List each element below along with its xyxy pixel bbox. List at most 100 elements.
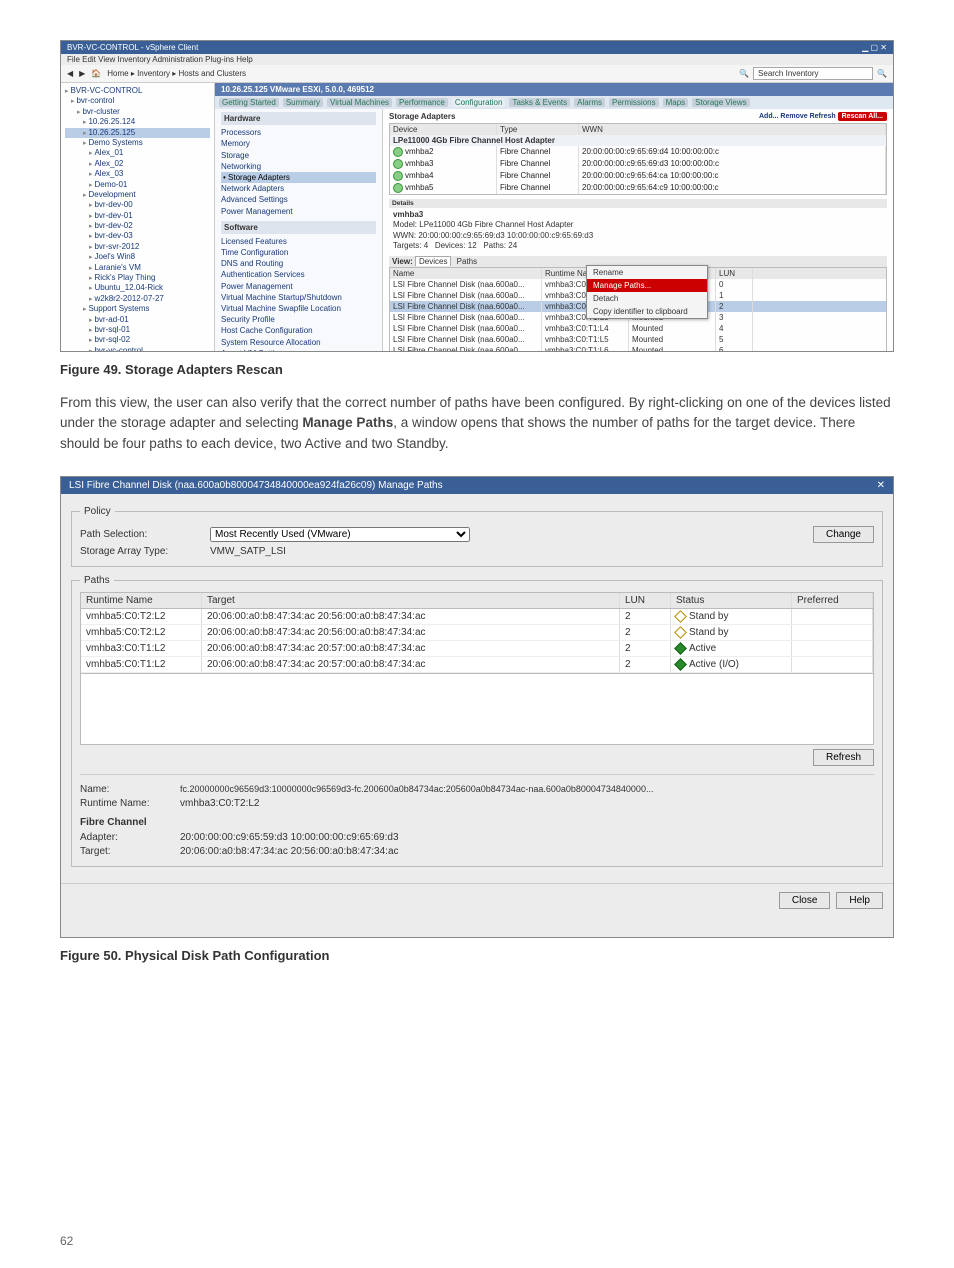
hw-item[interactable]: Power Management xyxy=(221,206,376,217)
ctx-manage-paths[interactable]: Manage Paths... xyxy=(587,279,707,292)
tree-item[interactable]: bvr-dev-00 xyxy=(65,200,210,210)
col-runtime-name[interactable]: Runtime Name xyxy=(81,593,202,608)
hw-item[interactable]: Memory xyxy=(221,138,376,149)
hw-item[interactable]: Network Adapters xyxy=(221,183,376,194)
tree-item[interactable]: BVR-VC-CONTROL xyxy=(65,86,210,96)
change-button[interactable]: Change xyxy=(813,526,874,543)
path-selection-dropdown[interactable]: Most Recently Used (VMware) xyxy=(210,527,470,542)
close-button[interactable]: Close xyxy=(779,892,831,909)
col-lun[interactable]: LUN xyxy=(620,593,671,608)
sw-item[interactable]: Power Management xyxy=(221,281,376,292)
sw-item[interactable]: Time Configuration xyxy=(221,247,376,258)
link-refresh[interactable]: Refresh xyxy=(810,113,836,120)
col-type[interactable]: Type xyxy=(497,124,579,135)
sw-item[interactable]: Virtual Machine Swapfile Location xyxy=(221,303,376,314)
home-icon[interactable]: 🏠 xyxy=(91,69,101,78)
hw-item-selected[interactable]: • Storage Adapters xyxy=(221,172,376,183)
nav-fwd-icon[interactable]: ▶ xyxy=(79,69,85,78)
col-name[interactable]: Name xyxy=(390,268,542,279)
host-tabs[interactable]: Getting Started Summary Virtual Machines… xyxy=(215,96,893,109)
adapter-row[interactable]: vmhba4Fibre Channel20:00:00:00:c9:65:64:… xyxy=(390,170,886,182)
tree-item[interactable]: bvr-cluster xyxy=(65,107,210,117)
tree-item[interactable]: Support Systems xyxy=(65,304,210,314)
tree-item[interactable]: bvr-sql-02 xyxy=(65,335,210,345)
col-device[interactable]: Device xyxy=(390,124,497,135)
tab[interactable]: Maps xyxy=(663,98,689,107)
breadcrumb[interactable]: Home ▸ Inventory ▸ Hosts and Clusters xyxy=(107,69,246,78)
tab[interactable]: Alarms xyxy=(574,98,605,107)
tab[interactable]: Permissions xyxy=(609,98,659,107)
inventory-tree[interactable]: BVR-VC-CONTROL bvr-control bvr-cluster 1… xyxy=(61,83,215,351)
adapter-row[interactable]: vmhba2Fibre Channel20:00:00:00:c9:65:69:… xyxy=(390,146,886,158)
adapter-row[interactable]: vmhba3Fibre Channel20:00:00:00:c9:65:69:… xyxy=(390,158,886,170)
tab[interactable]: Performance xyxy=(396,98,448,107)
sw-item[interactable]: DNS and Routing xyxy=(221,258,376,269)
tree-item[interactable]: bvr-dev-01 xyxy=(65,211,210,221)
device-row[interactable]: LSI Fibre Channel Disk (naa.600a0...vmhb… xyxy=(390,345,886,351)
tree-item[interactable]: 10.26.25.124 xyxy=(65,117,210,127)
sw-item[interactable]: Security Profile xyxy=(221,314,376,325)
tab[interactable]: Getting Started xyxy=(219,98,279,107)
path-row[interactable]: vmhba5:C0:T2:L220:06:00:a0:b8:47:34:ac 2… xyxy=(81,625,873,641)
tree-item[interactable]: Rick's Play Thing xyxy=(65,273,210,283)
tree-item[interactable]: Laranie's VM xyxy=(65,263,210,273)
help-button[interactable]: Help xyxy=(836,892,883,909)
menubar[interactable]: File Edit View Inventory Administration … xyxy=(61,54,893,65)
sw-item[interactable]: Agent VM Settings xyxy=(221,348,376,351)
tree-item[interactable]: Development xyxy=(65,190,210,200)
tree-item[interactable]: bvr-dev-03 xyxy=(65,231,210,241)
tree-item[interactable]: 10.26.25.125 xyxy=(65,128,210,138)
tree-item[interactable]: Demo Systems xyxy=(65,138,210,148)
tab[interactable]: Tasks & Events xyxy=(509,98,570,107)
sw-item[interactable]: Host Cache Configuration xyxy=(221,325,376,336)
sw-item[interactable]: Virtual Machine Startup/Shutdown xyxy=(221,292,376,303)
tab-selected[interactable]: Configuration xyxy=(452,98,506,107)
hw-item[interactable]: Storage xyxy=(221,150,376,161)
tree-item[interactable]: w2k8r2-2012-07-27 xyxy=(65,294,210,304)
tree-item[interactable]: Alex_02 xyxy=(65,159,210,169)
col-status[interactable]: Status xyxy=(671,593,792,608)
close-icon[interactable]: ✕ xyxy=(877,480,885,491)
view-tab-devices[interactable]: Devices xyxy=(415,256,451,266)
tree-item[interactable]: bvr-sql-01 xyxy=(65,325,210,335)
tree-item[interactable]: Alex_01 xyxy=(65,148,210,158)
search-go-icon[interactable]: 🔍 xyxy=(877,69,887,78)
window-controls-icon[interactable]: ▁ ▢ ✕ xyxy=(862,43,887,52)
sw-item[interactable]: Licensed Features xyxy=(221,236,376,247)
tab[interactable]: Summary xyxy=(283,98,323,107)
view-tab-paths[interactable]: Paths xyxy=(454,257,480,266)
hw-item[interactable]: Processors xyxy=(221,127,376,138)
context-menu[interactable]: Rename Manage Paths... Detach Copy ident… xyxy=(586,265,708,319)
link-rescan-all[interactable]: Rescan All... xyxy=(838,112,887,121)
sw-item[interactable]: Authentication Services xyxy=(221,269,376,280)
tree-item[interactable]: Alex_03 xyxy=(65,169,210,179)
ctx-copy-id[interactable]: Copy identifier to clipboard xyxy=(587,305,707,318)
tab[interactable]: Virtual Machines xyxy=(327,98,392,107)
adapter-row[interactable]: vmhba5Fibre Channel20:00:00:00:c9:65:64:… xyxy=(390,182,886,194)
tree-item[interactable]: Ubuntu_12.04-Rick xyxy=(65,283,210,293)
tree-item[interactable]: Demo-01 xyxy=(65,180,210,190)
col-preferred[interactable]: Preferred xyxy=(792,593,873,608)
search-input[interactable]: Search Inventory xyxy=(753,67,873,80)
sw-item[interactable]: System Resource Allocation xyxy=(221,337,376,348)
link-remove[interactable]: Remove xyxy=(780,113,807,120)
device-row[interactable]: LSI Fibre Channel Disk (naa.600a0...vmhb… xyxy=(390,334,886,345)
nav-back-icon[interactable]: ◀ xyxy=(67,69,73,78)
tree-item[interactable]: bvr-ad-01 xyxy=(65,315,210,325)
path-row[interactable]: vmhba5:C0:T1:L220:06:00:a0:b8:47:34:ac 2… xyxy=(81,657,873,673)
ctx-rename[interactable]: Rename xyxy=(587,266,707,279)
tree-item[interactable]: bvr-control xyxy=(65,96,210,106)
tab[interactable]: Storage Views xyxy=(692,98,749,107)
col-target[interactable]: Target xyxy=(202,593,620,608)
col-wwn[interactable]: WWN xyxy=(579,124,886,135)
device-row[interactable]: LSI Fibre Channel Disk (naa.600a0...vmhb… xyxy=(390,323,886,334)
tree-item[interactable]: bvr-svr-2012 xyxy=(65,242,210,252)
tree-item[interactable]: bvr-dev-02 xyxy=(65,221,210,231)
col-lun[interactable]: LUN xyxy=(716,268,753,279)
tree-item[interactable]: Joel's Win8 xyxy=(65,252,210,262)
hw-item[interactable]: Advanced Settings xyxy=(221,194,376,205)
path-row[interactable]: vmhba3:C0:T1:L220:06:00:a0:b8:47:34:ac 2… xyxy=(81,641,873,657)
refresh-button[interactable]: Refresh xyxy=(813,749,874,766)
hw-item[interactable]: Networking xyxy=(221,161,376,172)
ctx-detach[interactable]: Detach xyxy=(587,292,707,305)
